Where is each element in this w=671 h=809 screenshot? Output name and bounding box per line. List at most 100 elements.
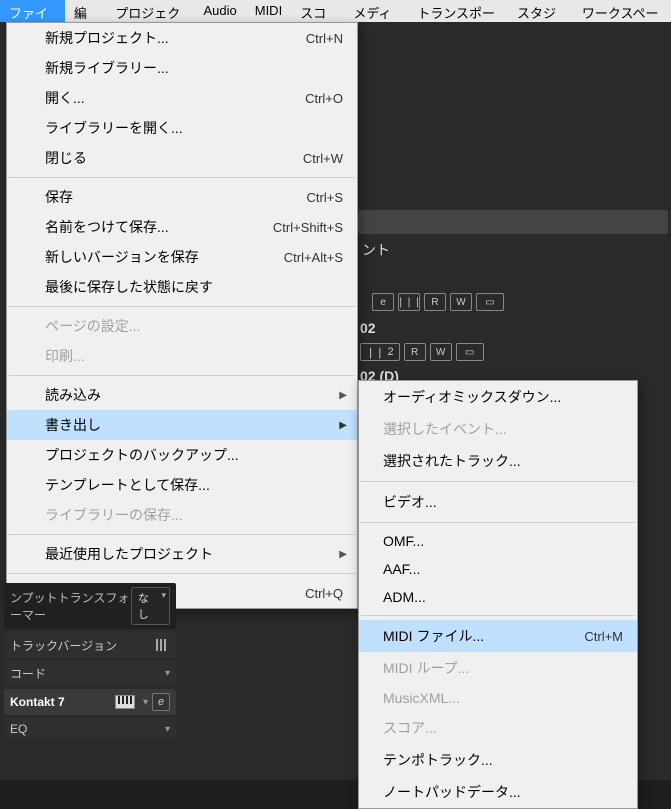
menubar-item-トランスポート[interactable]: トランスポート [408, 0, 508, 22]
menu-item: 選択したイベント... [359, 413, 637, 445]
menu-item-label: 印刷... [45, 346, 343, 366]
menu-item[interactable]: 名前をつけて保存...Ctrl+Shift+S [7, 212, 357, 242]
menu-item[interactable]: MIDI ファイル...Ctrl+M [359, 620, 637, 652]
menu-item-label: AAF... [383, 561, 623, 577]
menu-item: MIDI ループ... [359, 652, 637, 684]
menu-item-label: ライブラリーを開く... [45, 118, 343, 138]
menu-item[interactable]: 開く...Ctrl+O [7, 83, 357, 113]
inspector-panel: ンプットトランスフォーマー なし トラックバージョン コード ▾ Kontakt… [0, 580, 180, 743]
menubar-item-audio[interactable]: Audio [194, 0, 245, 22]
menu-item: ライブラリーの保存... [7, 500, 357, 530]
write-automation-icon[interactable]: W [450, 293, 472, 311]
submenu-arrow-icon: ▶ [339, 549, 347, 560]
menu-item[interactable]: ライブラリーを開く... [7, 113, 357, 143]
meter-icon[interactable]: ▭ [456, 343, 484, 361]
menu-item-label: ビデオ... [383, 492, 623, 512]
instrument-name: Kontakt 7 [10, 695, 65, 709]
event-label: ント [362, 240, 390, 260]
menu-item-label: 最後に保存した状態に戻す [45, 277, 343, 297]
edit-icon[interactable]: e [372, 293, 394, 311]
instrument-row[interactable]: Kontakt 7 ▾ e [4, 689, 176, 715]
menu-item-label: 名前をつけて保存... [45, 217, 273, 237]
menubar-item-ワークスペース[interactable]: ワークスペース [573, 0, 671, 22]
eq-row[interactable]: EQ ▾ [4, 718, 176, 740]
menubar-item-編集[interactable]: 編集 [65, 0, 106, 22]
menu-item[interactable]: 新規ライブラリー... [7, 53, 357, 83]
bg-strip [358, 210, 668, 234]
menu-item[interactable]: ADM... [359, 583, 637, 611]
read-automation-icon[interactable]: R [424, 293, 446, 311]
menu-item-label: スコア... [383, 718, 623, 738]
chevron-down-icon: ▾ [165, 724, 170, 735]
input-transformer-select[interactable]: なし [131, 587, 170, 625]
track-versions-row[interactable]: トラックバージョン [4, 632, 176, 658]
menu-item-label: 新しいバージョンを保存 [45, 247, 284, 267]
menu-item-label: OMF... [383, 533, 623, 549]
menu-item[interactable]: 最後に保存した状態に戻す [7, 272, 357, 302]
menubar-item-midi[interactable]: MIDI [246, 0, 291, 22]
menu-item-label: 開く... [45, 88, 305, 108]
chevron-down-icon: ▾ [143, 697, 148, 708]
input-transformer-row: ンプットトランスフォーマー なし [4, 583, 176, 629]
chord-row[interactable]: コード ▾ [4, 661, 176, 686]
menu-item[interactable]: プロジェクトのバックアップ... [7, 440, 357, 470]
menu-item-label: 最近使用したプロジェクト [45, 544, 343, 564]
menubar-item-スタジオ[interactable]: スタジオ [508, 0, 573, 22]
write-automation-icon[interactable]: W [430, 343, 452, 361]
menu-item[interactable]: ビデオ... [359, 486, 637, 518]
menu-item[interactable]: 読み込み▶ [7, 380, 357, 410]
menu-item-shortcut: Ctrl+S [307, 190, 343, 205]
menu-item-label: テンプレートとして保存... [45, 475, 343, 495]
menu-item-label: 読み込み [45, 385, 343, 405]
menu-item-label: ライブラリーの保存... [45, 505, 343, 525]
menu-item[interactable]: 最近使用したプロジェクト▶ [7, 539, 357, 569]
menu-item: MusicXML... [359, 684, 637, 712]
menu-item[interactable]: 書き出し▶ [7, 410, 357, 440]
piano-icon [115, 695, 135, 709]
bars-icon[interactable]: ❘❘❘ [398, 293, 420, 311]
menu-item-label: MIDI ファイル... [383, 626, 584, 646]
menu-item[interactable]: 新しいバージョンを保存Ctrl+Alt+S [7, 242, 357, 272]
track1-name: 02 [360, 320, 376, 336]
track1-buttons: e ❘❘❘ R W ▭ [372, 293, 504, 311]
menu-item: ページの設定... [7, 311, 357, 341]
menu-item[interactable]: AAF... [359, 555, 637, 583]
menu-item-label: プロジェクトのバックアップ... [45, 445, 343, 465]
menu-item-label: オーディオミックスダウン... [383, 387, 623, 407]
menu-item[interactable]: 選択されたトラック... [359, 445, 637, 477]
menu-item[interactable]: テンプレートとして保存... [7, 470, 357, 500]
menu-item-label: MusicXML... [383, 690, 623, 706]
menu-item-label: 選択されたトラック... [383, 451, 623, 471]
menubar-item-メディア[interactable]: メディア [344, 0, 408, 22]
chord-label: コード [10, 665, 46, 682]
menu-item[interactable]: オーディオミックスダウン... [359, 381, 637, 413]
submenu-arrow-icon: ▶ [339, 390, 347, 401]
edit-instrument-icon[interactable]: e [152, 693, 170, 711]
menu-item[interactable]: OMF... [359, 527, 637, 555]
sliders-icon [152, 636, 170, 654]
input-transformer-label: ンプットトランスフォーマー [10, 589, 131, 623]
menubar-item-プロジェクト[interactable]: プロジェクト [106, 0, 194, 22]
menu-item-label: 選択したイベント... [383, 419, 623, 439]
menubar-item-ファイル[interactable]: ファイル [0, 0, 65, 22]
eq-label: EQ [10, 722, 27, 736]
menu-item-shortcut: Ctrl+Shift+S [273, 220, 343, 235]
menu-item[interactable]: 保存Ctrl+S [7, 182, 357, 212]
menu-item-shortcut: Ctrl+Alt+S [284, 250, 343, 265]
menu-item-label: MIDI ループ... [383, 658, 623, 678]
chevron-down-icon: ▾ [165, 668, 170, 679]
menu-item[interactable]: テンポトラック... [359, 744, 637, 776]
menu-item[interactable]: 新規プロジェクト...Ctrl+N [7, 23, 357, 53]
menu-item-shortcut: Ctrl+M [584, 629, 623, 644]
meter-icon[interactable]: ▭ [476, 293, 504, 311]
menu-item[interactable]: 閉じるCtrl+W [7, 143, 357, 173]
track-number: ❘❘ 2 [360, 343, 400, 361]
menu-item[interactable]: ノートパッドデータ... [359, 776, 637, 808]
track2-buttons: ❘❘ 2 R W ▭ [360, 343, 484, 361]
menu-item-shortcut: Ctrl+O [305, 91, 343, 106]
menu-item-shortcut: Ctrl+W [303, 151, 343, 166]
read-automation-icon[interactable]: R [404, 343, 426, 361]
submenu-arrow-icon: ▶ [339, 420, 347, 431]
menubar-item-スコア[interactable]: スコア [291, 0, 344, 22]
menu-item-shortcut: Ctrl+Q [305, 586, 343, 601]
